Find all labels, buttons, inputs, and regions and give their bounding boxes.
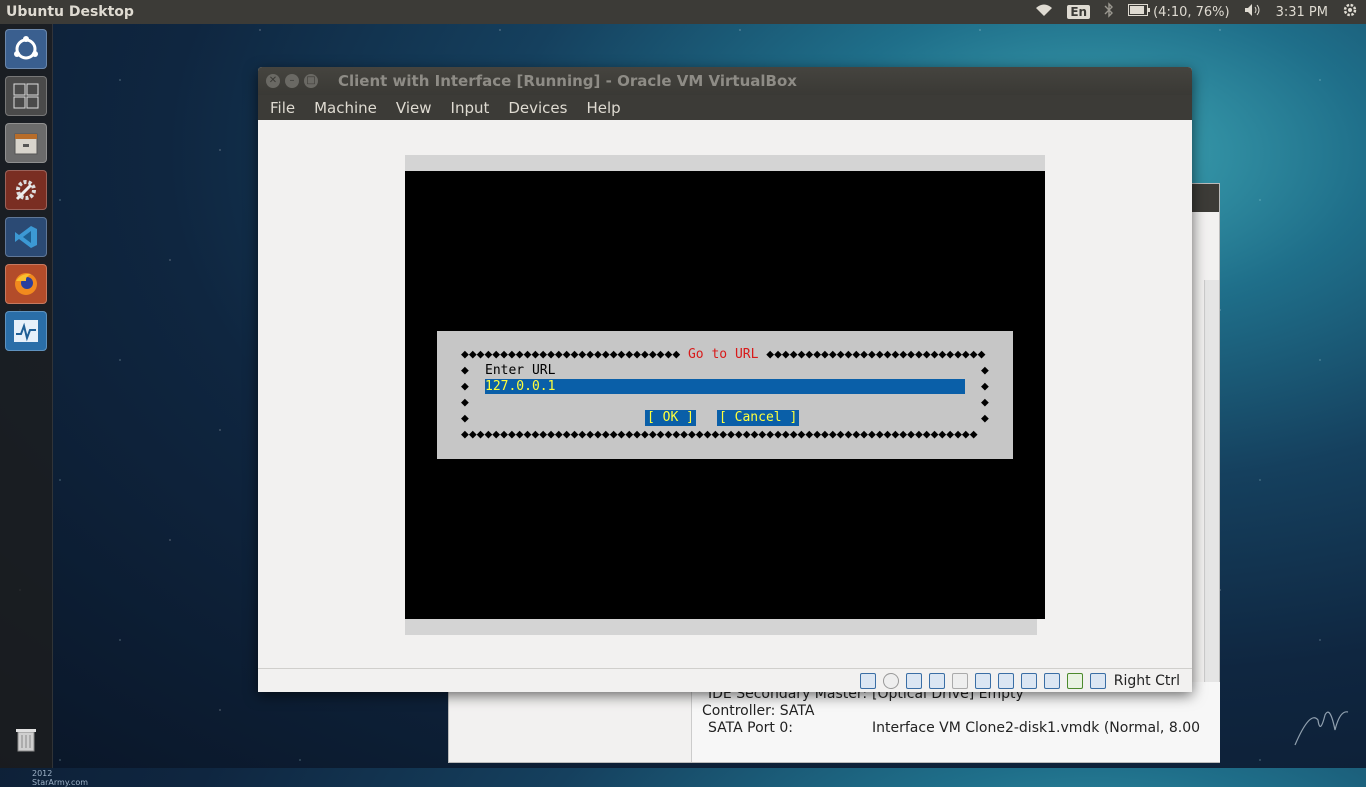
clock[interactable]: 3:31 PM	[1276, 5, 1328, 20]
battery-text: (4:10, 76%)	[1153, 4, 1230, 20]
wallpaper-credit: 2012 StarArmy.com	[32, 769, 89, 787]
guest-screen[interactable]: ◆◆◆◆◆◆◆◆◆◆◆◆◆◆◆◆◆◆◆◆◆◆◆◆◆◆◆◆ Go to URL ◆…	[405, 171, 1045, 619]
trash-icon	[16, 729, 36, 752]
video-capture-icon[interactable]	[1020, 672, 1037, 689]
host-key-label: Right Ctrl	[1113, 672, 1180, 689]
vm-titlebar[interactable]: ✕ – □ Client with Interface [Running] - …	[258, 67, 1192, 95]
guest-screen-border	[405, 619, 1037, 635]
firefox-icon	[15, 273, 37, 295]
keyboard-capture-icon[interactable]	[1089, 672, 1106, 689]
storage-row-label: Controller: SATA	[702, 703, 815, 719]
cpu-icon[interactable]	[1043, 672, 1060, 689]
vm-display-area: ◆◆◆◆◆◆◆◆◆◆◆◆◆◆◆◆◆◆◆◆◆◆◆◆◆◆◆◆ Go to URL ◆…	[258, 120, 1192, 668]
trash-button[interactable]	[5, 719, 47, 759]
workspace-switcher-button[interactable]	[5, 76, 47, 116]
wifi-icon[interactable]	[1035, 3, 1053, 21]
mouse-integration-icon[interactable]	[1066, 672, 1083, 689]
ubuntu-dash-button[interactable]	[5, 29, 47, 69]
storage-details-pane: IDE Secondary Master: [Optical Drive] Em…	[691, 682, 1220, 762]
go-to-url-dialog: ◆◆◆◆◆◆◆◆◆◆◆◆◆◆◆◆◆◆◆◆◆◆◆◆◆◆◆◆ Go to URL ◆…	[437, 331, 1013, 459]
hard-disk-icon[interactable]	[859, 672, 876, 689]
system-settings-button[interactable]	[5, 170, 47, 210]
files-button[interactable]	[5, 123, 47, 163]
vscode-button[interactable]	[5, 217, 47, 257]
top-panel: Ubuntu Desktop En (4:10, 76%) 3:31 PM	[0, 0, 1366, 24]
bluetooth-icon[interactable]	[1104, 2, 1114, 22]
dialog-side-marker: ◆	[461, 411, 469, 426]
menu-machine[interactable]: Machine	[314, 99, 377, 117]
settings-wrench-icon	[15, 180, 36, 201]
menu-file[interactable]: File	[270, 99, 295, 117]
dialog-title: Go to URL	[687, 347, 759, 362]
indicator-area: En (4:10, 76%) 3:31 PM	[1035, 2, 1358, 22]
dialog-bottom-border: ◆◆◆◆◆◆◆◆◆◆◆◆◆◆◆◆◆◆◆◆◆◆◆◆◆◆◆◆◆◆◆◆◆◆◆◆◆◆◆◆…	[461, 427, 978, 442]
audio-icon[interactable]	[905, 672, 922, 689]
dialog-side-marker: ◆	[981, 395, 989, 410]
firefox-button[interactable]	[5, 264, 47, 304]
system-monitor-icon	[14, 320, 38, 342]
battery-icon	[1128, 4, 1151, 20]
guest-screen-border	[405, 155, 1045, 171]
url-prompt-label: Enter URL	[485, 363, 556, 378]
vm-menubar: File Machine View Input Devices Help	[258, 95, 1192, 120]
optical-drive-icon[interactable]	[882, 672, 899, 689]
url-input[interactable]: 127.0.0.1	[485, 379, 965, 394]
gear-icon[interactable]	[1342, 2, 1358, 22]
menu-input[interactable]: Input	[451, 99, 490, 117]
vm-window-title: Client with Interface [Running] - Oracle…	[338, 72, 797, 90]
dialog-side-marker: ◆	[981, 363, 989, 378]
ok-button[interactable]: [ OK ]	[645, 410, 696, 426]
artist-signature	[1294, 711, 1349, 746]
shared-folders-icon[interactable]	[974, 672, 991, 689]
storage-row-label: SATA Port 0:	[708, 720, 793, 736]
usb-icon[interactable]	[951, 672, 968, 689]
dialog-side-marker: ◆	[981, 411, 989, 426]
ubuntu-logo-icon	[14, 36, 38, 60]
cancel-button[interactable]: [ Cancel ]	[717, 410, 800, 426]
maximize-icon[interactable]: □	[304, 74, 318, 88]
network-icon[interactable]	[928, 672, 945, 689]
storage-row-value: Interface VM Clone2-disk1.vmdk (Normal, …	[872, 720, 1201, 736]
vm-status-bar: Right Ctrl	[258, 668, 1192, 692]
menu-view[interactable]: View	[396, 99, 432, 117]
dialog-side-marker: ◆	[461, 363, 469, 378]
minimize-icon[interactable]: –	[285, 74, 299, 88]
menu-help[interactable]: Help	[586, 99, 620, 117]
menu-devices[interactable]: Devices	[508, 99, 567, 117]
system-monitor-button[interactable]	[5, 311, 47, 351]
display-icon[interactable]	[997, 672, 1014, 689]
workspace-grid-icon	[13, 83, 39, 109]
vm-window: ✕ – □ Client with Interface [Running] - …	[258, 67, 1192, 692]
volume-icon[interactable]	[1244, 3, 1262, 21]
battery-indicator[interactable]: (4:10, 76%)	[1128, 4, 1230, 20]
dialog-side-marker: ◆	[981, 379, 989, 394]
top-panel-title: Ubuntu Desktop	[6, 4, 134, 20]
dialog-side-marker: ◆	[461, 379, 469, 394]
launcher: 2012 StarArmy.com	[0, 24, 88, 787]
close-icon[interactable]: ✕	[266, 74, 280, 88]
keyboard-layout-indicator[interactable]: En	[1067, 5, 1091, 19]
dialog-side-marker: ◆	[461, 395, 469, 410]
dialog-top-border: ◆◆◆◆◆◆◆◆◆◆◆◆◆◆◆◆◆◆◆◆◆◆◆◆◆◆◆◆ Go to URL ◆…	[461, 347, 986, 362]
manager-scrollbar[interactable]	[1204, 280, 1219, 740]
vscode-icon	[15, 226, 37, 248]
file-cabinet-icon	[14, 133, 38, 155]
